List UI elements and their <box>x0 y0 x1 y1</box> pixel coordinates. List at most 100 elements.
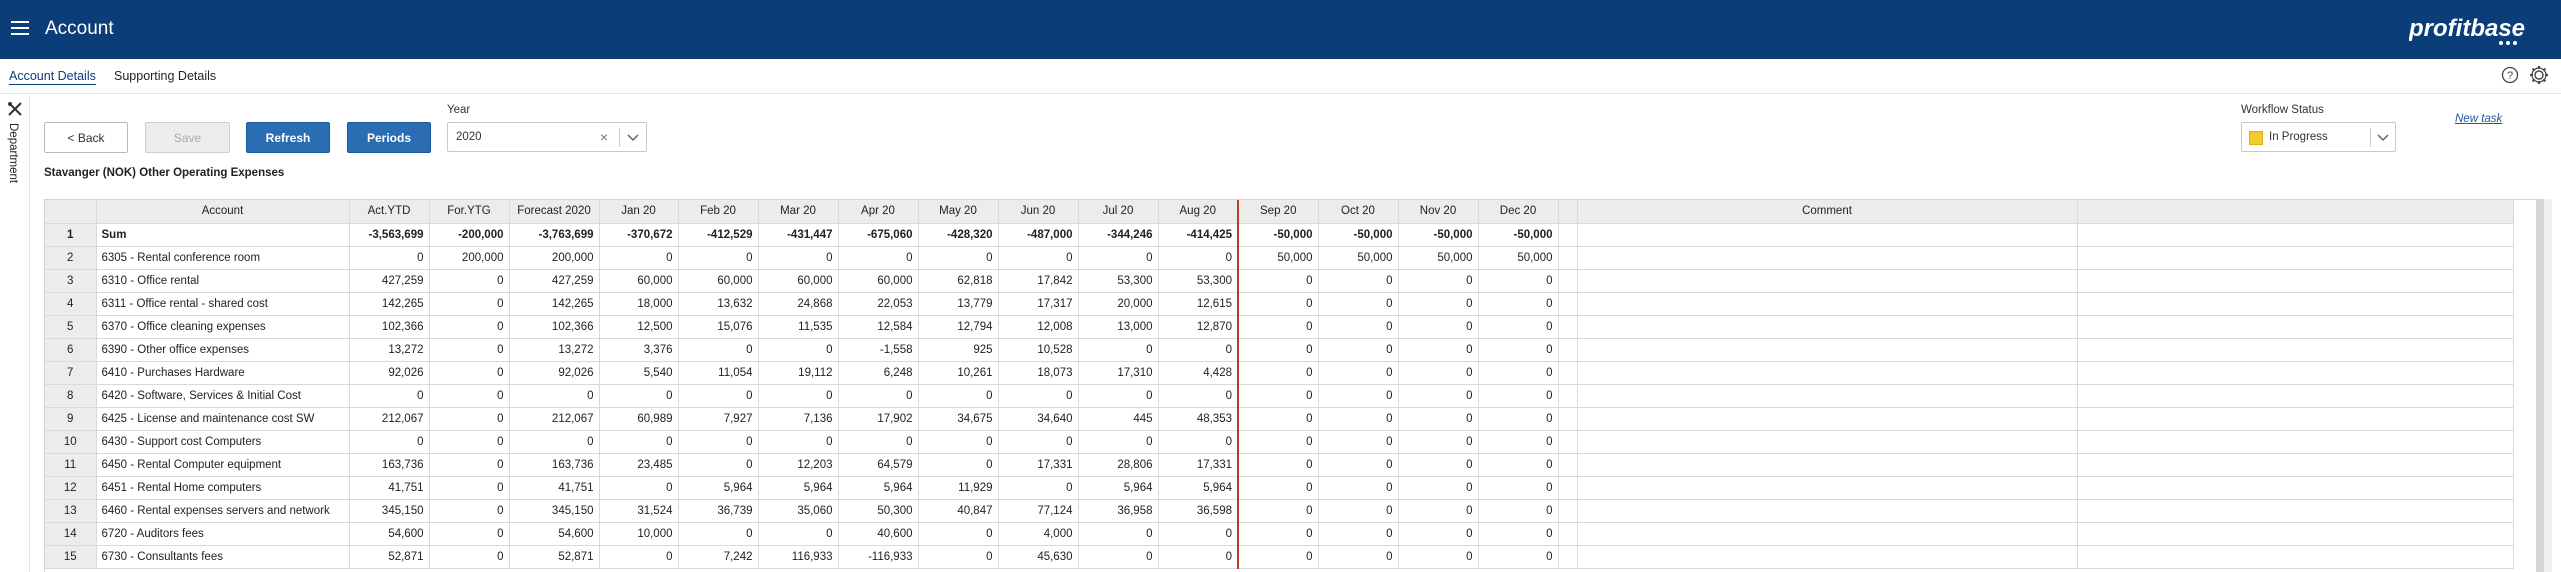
value-cell[interactable]: 200,000 <box>509 246 600 270</box>
column-header[interactable]: May 20 <box>918 200 999 224</box>
value-cell[interactable]: 0 <box>429 499 510 523</box>
value-cell[interactable]: 0 <box>1318 269 1399 293</box>
value-cell[interactable]: -200,000 <box>429 223 510 247</box>
value-cell[interactable]: 0 <box>1318 361 1399 385</box>
value-cell[interactable]: 19,112 <box>758 361 839 385</box>
value-cell[interactable]: 0 <box>1078 246 1159 270</box>
value-cell[interactable]: 7,242 <box>678 545 759 569</box>
value-cell[interactable]: 60,000 <box>838 269 919 293</box>
value-cell[interactable]: 0 <box>758 246 839 270</box>
value-cell[interactable]: 12,203 <box>758 453 839 477</box>
value-cell[interactable]: 5,964 <box>838 476 919 500</box>
value-cell[interactable]: 0 <box>678 338 759 362</box>
value-cell[interactable] <box>2077 315 2514 339</box>
value-cell[interactable]: 427,259 <box>349 269 430 293</box>
column-header[interactable]: Apr 20 <box>838 200 919 224</box>
value-cell[interactable]: 0 <box>1158 246 1239 270</box>
value-cell[interactable]: 3,376 <box>599 338 679 362</box>
value-cell[interactable]: 0 <box>1318 384 1399 408</box>
value-cell[interactable]: 0 <box>1238 407 1319 431</box>
account-cell[interactable]: 6305 - Rental conference room <box>96 246 350 270</box>
value-cell[interactable]: 0 <box>1238 545 1319 569</box>
value-cell[interactable]: 0 <box>1478 476 1559 500</box>
value-cell[interactable]: 163,736 <box>509 453 600 477</box>
value-cell[interactable] <box>1558 453 1578 477</box>
account-grid[interactable]: Account Act.YTD For.YTG Forecast 2020 Jan 20… <box>44 199 2552 572</box>
value-cell[interactable]: 0 <box>678 430 759 454</box>
back-button[interactable]: < Back <box>44 122 128 153</box>
value-cell[interactable]: 200,000 <box>429 246 510 270</box>
value-cell[interactable]: 0 <box>1318 453 1399 477</box>
value-cell[interactable]: 40,600 <box>838 522 919 546</box>
value-cell[interactable]: 212,067 <box>349 407 430 431</box>
value-cell[interactable] <box>2077 223 2514 247</box>
table-row[interactable]: 8 6420 - Software, Services & Initial Cos… <box>45 384 2514 408</box>
value-cell[interactable]: 12,794 <box>918 315 999 339</box>
account-cell[interactable]: 6310 - Office rental <box>96 269 350 293</box>
value-cell[interactable]: 0 <box>1398 315 1479 339</box>
value-cell[interactable]: -1,558 <box>838 338 919 362</box>
periods-button[interactable]: Periods <box>347 122 431 153</box>
value-cell[interactable]: 60,000 <box>599 269 679 293</box>
table-row[interactable]: 11 6450 - Rental Computer equipment 163,73… <box>45 453 2514 477</box>
new-task-link[interactable]: New task <box>2455 113 2502 125</box>
value-cell[interactable]: 0 <box>429 522 510 546</box>
value-cell[interactable] <box>2077 430 2514 454</box>
value-cell[interactable]: 53,300 <box>1078 269 1159 293</box>
table-row[interactable]: 2 6305 - Rental conference room 0 200,000 20… <box>45 246 2514 270</box>
value-cell[interactable]: 13,632 <box>678 292 759 316</box>
value-cell[interactable]: -428,320 <box>918 223 999 247</box>
table-row[interactable]: 5 6370 - Office cleaning expenses 102,366 0… <box>45 315 2514 339</box>
column-header[interactable]: Nov 20 <box>1398 200 1479 224</box>
value-cell[interactable]: -3,763,699 <box>509 223 600 247</box>
value-cell[interactable]: 0 <box>1398 453 1479 477</box>
value-cell[interactable]: 0 <box>758 384 839 408</box>
value-cell[interactable]: 22,053 <box>838 292 919 316</box>
value-cell[interactable]: 41,751 <box>349 476 430 500</box>
department-side-panel[interactable]: Department <box>0 95 30 572</box>
value-cell[interactable] <box>2077 246 2514 270</box>
value-cell[interactable]: -50,000 <box>1478 223 1559 247</box>
value-cell[interactable]: 0 <box>1478 361 1559 385</box>
value-cell[interactable]: 0 <box>1398 545 1479 569</box>
column-header[interactable] <box>1558 200 1578 224</box>
value-cell[interactable]: 0 <box>509 430 600 454</box>
value-cell[interactable]: 52,871 <box>509 545 600 569</box>
value-cell[interactable] <box>2077 476 2514 500</box>
column-header[interactable]: Feb 20 <box>678 200 759 224</box>
value-cell[interactable]: 0 <box>1478 315 1559 339</box>
value-cell[interactable]: 0 <box>838 384 919 408</box>
value-cell[interactable] <box>1558 315 1578 339</box>
value-cell[interactable]: 0 <box>1478 522 1559 546</box>
value-cell[interactable]: 13,779 <box>918 292 999 316</box>
value-cell[interactable]: -116,933 <box>838 545 919 569</box>
value-cell[interactable]: 20,000 <box>1078 292 1159 316</box>
value-cell[interactable]: -370,672 <box>599 223 679 247</box>
value-cell[interactable] <box>1558 338 1578 362</box>
value-cell[interactable]: 0 <box>1398 384 1479 408</box>
value-cell[interactable]: 0 <box>1238 361 1319 385</box>
value-cell[interactable]: 0 <box>1398 522 1479 546</box>
value-cell[interactable]: 18,073 <box>998 361 1079 385</box>
value-cell[interactable]: 23,485 <box>599 453 679 477</box>
value-cell[interactable] <box>2077 292 2514 316</box>
account-cell[interactable]: 6420 - Software, Services & Initial Cost <box>96 384 350 408</box>
account-cell[interactable]: 6730 - Consultants fees <box>96 545 350 569</box>
value-cell[interactable] <box>2077 499 2514 523</box>
value-cell[interactable]: 36,739 <box>678 499 759 523</box>
value-cell[interactable]: -412,529 <box>678 223 759 247</box>
comment-cell[interactable] <box>1577 361 2078 385</box>
value-cell[interactable] <box>1558 223 1578 247</box>
account-cell[interactable]: 6370 - Office cleaning expenses <box>96 315 350 339</box>
value-cell[interactable]: 427,259 <box>509 269 600 293</box>
account-cell[interactable]: 6311 - Office rental - shared cost <box>96 292 350 316</box>
value-cell[interactable]: 7,927 <box>678 407 759 431</box>
value-cell[interactable] <box>2077 453 2514 477</box>
value-cell[interactable]: 0 <box>1478 545 1559 569</box>
row-number-header[interactable] <box>45 200 97 224</box>
value-cell[interactable]: 0 <box>1478 430 1559 454</box>
value-cell[interactable]: 17,331 <box>998 453 1079 477</box>
value-cell[interactable]: 0 <box>429 384 510 408</box>
value-cell[interactable]: 142,265 <box>349 292 430 316</box>
value-cell[interactable]: 50,300 <box>838 499 919 523</box>
